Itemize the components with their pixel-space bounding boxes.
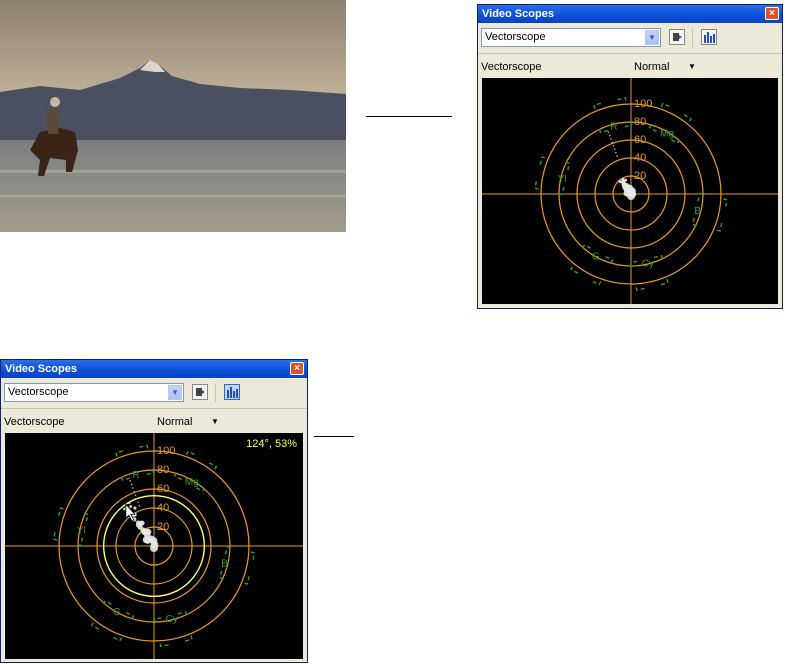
target-label: G <box>113 607 121 618</box>
signal-trace-point <box>610 138 612 140</box>
signal-trace-point <box>623 182 627 186</box>
mode-select[interactable]: Normal <box>634 61 669 73</box>
signal-trace-point <box>611 141 614 144</box>
target-label: Cy <box>642 258 654 269</box>
window-title: Video Scopes <box>482 8 554 20</box>
settings-icon[interactable] <box>192 384 208 400</box>
signal-trace-point <box>128 501 131 505</box>
toolbar-separator <box>215 383 216 402</box>
signal-trace-point <box>134 494 137 496</box>
scope-header: Vectorscope Normal ▼ <box>478 54 782 80</box>
scope-label: Vectorscope <box>4 416 65 428</box>
chevron-down-icon[interactable]: ▼ <box>645 30 659 45</box>
signal-trace-point <box>129 480 132 482</box>
chevron-down-icon[interactable]: ▼ <box>688 62 696 71</box>
target-label: Yl <box>558 174 567 185</box>
signal-trace-point <box>133 506 137 510</box>
chevron-down-icon[interactable]: ▼ <box>211 417 219 426</box>
target-label: G <box>592 251 600 262</box>
signal-trace-point <box>135 520 141 525</box>
callout-line-top <box>366 116 452 117</box>
ring-label: 60 <box>634 134 646 146</box>
signal-trace-point <box>612 144 615 147</box>
signal-trace-point <box>616 155 618 157</box>
ring-label: 20 <box>157 521 169 533</box>
vectorscope-display[interactable]: 100 80 60 40 20 R Mg B Cy G Yl <box>482 78 778 304</box>
target-label: R <box>132 470 139 481</box>
scope-type-select[interactable]: Vectorscope ▼ <box>481 28 661 47</box>
title-bar[interactable]: Video Scopes × <box>1 360 307 378</box>
ring-label: 80 <box>157 464 169 476</box>
toolbar-separator <box>692 28 693 47</box>
target-label: Mg <box>660 129 674 140</box>
target-label: R <box>610 122 617 133</box>
close-icon[interactable]: × <box>290 362 304 375</box>
signal-trace-point <box>137 501 139 504</box>
chevron-down-icon[interactable]: ▼ <box>168 385 182 400</box>
settings-icon[interactable] <box>669 29 685 45</box>
toolbar: Vectorscope ▼ <box>1 378 307 409</box>
signal-trace-point <box>138 505 141 507</box>
close-icon[interactable]: × <box>765 7 779 20</box>
signal-trace-point <box>139 520 145 526</box>
window-title: Video Scopes <box>5 363 77 375</box>
target-label: B <box>694 206 701 217</box>
ring-label: 40 <box>157 502 169 514</box>
target-label: Mg <box>185 477 199 488</box>
signal-trace-point <box>623 178 628 182</box>
target-label: Cy <box>166 614 178 625</box>
signal-trace-point <box>608 134 611 137</box>
signal-trace-point <box>135 497 138 500</box>
scope-type-select[interactable]: Vectorscope ▼ <box>4 383 184 402</box>
ring-label: 80 <box>634 116 646 128</box>
scope-label: Vectorscope <box>481 61 542 73</box>
signal-trace-point <box>613 148 616 150</box>
target-label: Yl <box>77 525 86 536</box>
cursor-readout: 124°, 53% <box>246 438 297 450</box>
target-label: B <box>221 559 228 570</box>
toolbar: Vectorscope ▼ <box>478 23 782 54</box>
scope-type-value: Vectorscope <box>485 31 546 43</box>
ring-label: 20 <box>634 170 646 182</box>
callout-line-bottom <box>314 436 354 437</box>
ring-label: 100 <box>157 445 175 457</box>
scope-type-value: Vectorscope <box>8 386 69 398</box>
ring-label: 60 <box>157 483 169 495</box>
video-scopes-window-top: Video Scopes × Vectorscope ▼ Vectorscope… <box>477 4 783 309</box>
source-photo <box>0 0 346 232</box>
video-scopes-window-bottom: Video Scopes × Vectorscope ▼ Vectorscope… <box>0 359 308 663</box>
vectorscope-display[interactable]: 100 80 60 40 20 R Mg B Cy G Yl 124°, 53% <box>5 433 303 659</box>
histogram-icon[interactable] <box>701 29 717 45</box>
scope-header: Vectorscope Normal ▼ <box>1 409 307 435</box>
signal-trace-point <box>615 151 617 154</box>
mode-select[interactable]: Normal <box>157 416 192 428</box>
signal-trace-point <box>621 178 624 181</box>
title-bar[interactable]: Video Scopes × <box>478 5 782 23</box>
histogram-icon[interactable] <box>224 384 240 400</box>
signal-trace-point <box>129 505 133 509</box>
signal-trace-point <box>618 180 622 184</box>
signal-trace-point <box>130 483 133 486</box>
signal-trace-point <box>607 131 610 134</box>
ring-label: 40 <box>634 152 646 164</box>
signal-trace-point <box>133 490 135 493</box>
ring-label: 100 <box>634 98 652 110</box>
signal-trace-point <box>132 487 134 489</box>
